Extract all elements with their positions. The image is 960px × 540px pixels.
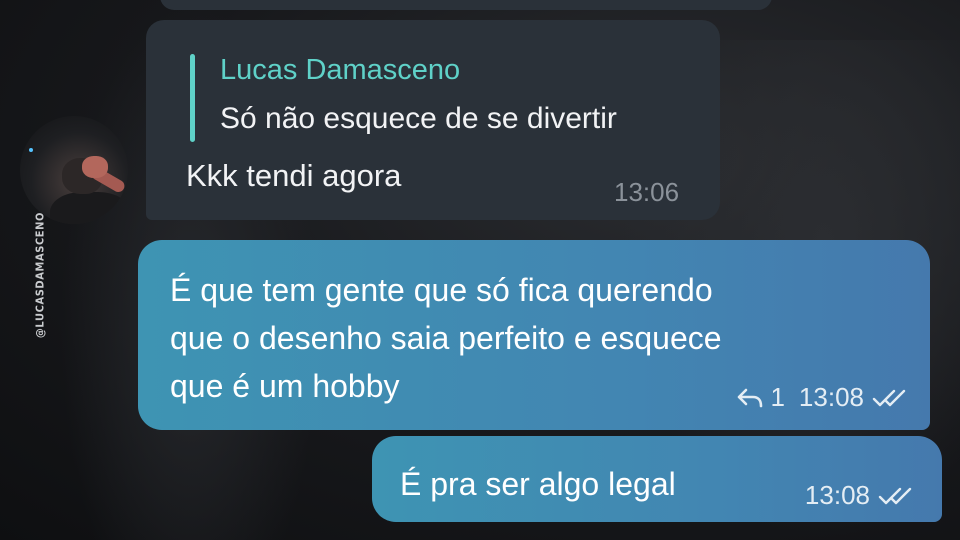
message-time: 13:08 — [804, 480, 870, 510]
reply-count[interactable]: 1 — [736, 382, 785, 413]
watermark-text: @LUCASDAMASCENO — [33, 211, 47, 339]
message-text: É pra ser algo legal — [400, 466, 676, 502]
message-text: Kkk tendi agora — [186, 158, 402, 193]
double-check-icon — [872, 387, 912, 409]
avatar[interactable] — [20, 116, 128, 224]
quote-text: Só não esquece de se divertir — [220, 102, 617, 135]
quote-bar — [190, 54, 195, 142]
reply-count-value: 1 — [770, 382, 785, 412]
message-meta: 13:08 — [805, 480, 918, 511]
outgoing-message-bubble[interactable]: É que tem gente que só fica querendo que… — [138, 240, 930, 430]
message-meta: 1 13:08 — [736, 382, 912, 413]
message-line: que o desenho saia perfeito e esquece — [170, 320, 722, 356]
outgoing-message-bubble[interactable]: É pra ser algo legal 13:08 — [372, 436, 942, 522]
quote-author: Lucas Damasceno — [220, 54, 461, 86]
reply-quote[interactable]: Lucas Damasceno Só não esquece de se div… — [190, 52, 710, 146]
reply-icon — [736, 387, 764, 409]
message-time: 13:08 — [798, 382, 864, 412]
previous-message-bubble[interactable] — [160, 0, 772, 10]
message-text: É que tem gente que só fica querendo que… — [170, 266, 722, 410]
message-line: É que tem gente que só fica querendo — [170, 272, 713, 308]
double-check-icon — [878, 485, 918, 507]
message-time: 13:06 — [614, 177, 680, 207]
incoming-message-bubble[interactable]: Lucas Damasceno Só não esquece de se div… — [146, 20, 720, 220]
message-line: que é um hobby — [170, 368, 400, 404]
